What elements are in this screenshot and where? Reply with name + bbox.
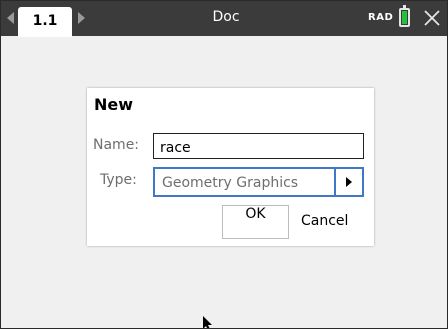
title-bar: 1.1 Doc RAD [1,1,447,37]
battery-level [402,11,407,24]
cursor-arrow-icon [203,316,212,328]
type-select[interactable]: Geometry Graphics [153,167,364,197]
chevron-right-icon[interactable] [78,12,85,24]
type-select-divider [334,169,336,195]
chevron-left-icon[interactable] [7,12,14,24]
dialog-title: New [94,95,134,114]
chevron-right-icon[interactable] [346,177,352,187]
ok-button[interactable]: OK [222,205,289,239]
app-window: 1.1 Doc RAD New Name: race Type: Geometr… [0,0,448,329]
type-selected-value: Geometry Graphics [162,175,299,191]
battery-icon [399,5,410,27]
close-icon[interactable] [422,8,442,28]
cancel-button[interactable]: Cancel [301,213,348,229]
type-label: Type: [100,172,137,188]
tab-page[interactable]: 1.1 [18,7,72,37]
tab-label: 1.1 [32,13,58,29]
new-document-dialog: New Name: race Type: Geometry Graphics O… [87,88,374,246]
angle-mode-indicator: RAD [368,12,394,23]
name-input[interactable]: race [153,133,364,159]
document-title: Doc [212,9,240,25]
name-label: Name: [93,137,140,153]
